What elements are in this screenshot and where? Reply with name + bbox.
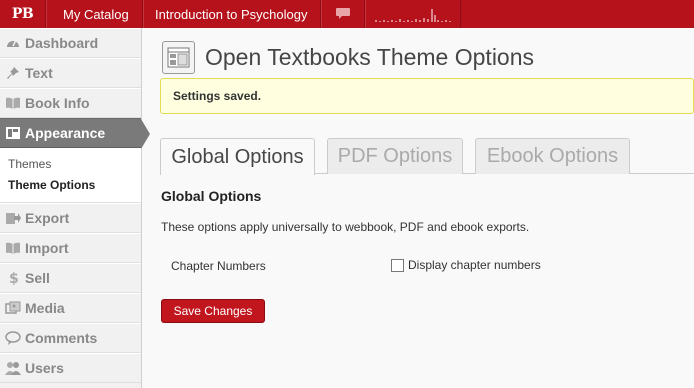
theme-options-icon xyxy=(162,41,195,74)
sidebar-item-media[interactable]: Media xyxy=(0,293,141,323)
comment-icon xyxy=(4,329,22,347)
sidebar-item-book-info[interactable]: Book Info xyxy=(0,88,141,118)
section-description: These options apply universally to webbo… xyxy=(161,220,530,234)
sidebar-item-sell[interactable]: $ Sell xyxy=(0,263,141,293)
display-chapter-numbers-checkbox[interactable] xyxy=(391,258,404,272)
appearance-icon xyxy=(4,124,22,142)
display-chapter-numbers-option[interactable]: Display chapter numbers xyxy=(391,258,541,272)
admin-bar: PB My Catalog Introduction to Psychology xyxy=(0,0,694,28)
checkbox-label: Display chapter numbers xyxy=(408,258,541,272)
svg-text:$: $ xyxy=(9,271,19,286)
stats-button[interactable] xyxy=(365,0,461,28)
tab-global-options[interactable]: Global Options xyxy=(160,138,315,175)
notice-text: Settings saved. xyxy=(173,89,262,103)
sidebar-item-label: Comments xyxy=(25,330,98,346)
sidebar-item-dashboard[interactable]: Dashboard xyxy=(0,28,141,58)
tab-ebook-options[interactable]: Ebook Options xyxy=(475,138,630,174)
speech-bubble-icon xyxy=(336,8,350,19)
sidebar-item-label: Appearance xyxy=(25,125,106,141)
sidebar-item-label: Sell xyxy=(25,270,50,286)
pressbooks-logo[interactable]: PB xyxy=(0,0,46,28)
sidebar-item-users[interactable]: Users xyxy=(0,353,141,383)
submenu-item-theme-options[interactable]: Theme Options xyxy=(8,175,141,196)
sidebar-item-label: Import xyxy=(25,240,69,256)
sidebar-item-export[interactable]: Export xyxy=(0,203,141,233)
sidebar-item-label: Media xyxy=(25,300,65,316)
comments-button[interactable] xyxy=(321,0,365,28)
tab-pdf-options[interactable]: PDF Options xyxy=(327,138,463,174)
media-icon xyxy=(4,299,22,317)
settings-saved-notice: Settings saved. xyxy=(160,78,694,114)
users-icon xyxy=(4,359,22,377)
sparkline-icon xyxy=(375,9,451,22)
dashboard-icon xyxy=(4,34,22,52)
my-catalog-link[interactable]: My Catalog xyxy=(46,0,143,28)
appearance-submenu: Themes Theme Options xyxy=(0,148,141,203)
options-tabs: Global Options PDF Options Ebook Options xyxy=(160,138,694,175)
book-icon xyxy=(4,94,22,112)
submenu-item-themes[interactable]: Themes xyxy=(8,154,141,175)
main-content: Open Textbooks Theme Options Settings sa… xyxy=(143,28,694,388)
page-title: Open Textbooks Theme Options xyxy=(205,44,535,70)
sidebar-item-label: Dashboard xyxy=(25,35,99,51)
admin-sidebar: Dashboard Text Book Info Appearance Them… xyxy=(0,28,150,388)
sidebar-item-label: Export xyxy=(25,210,70,226)
sidebar-item-text[interactable]: Text xyxy=(0,58,141,88)
page-header: Open Textbooks Theme Options xyxy=(162,41,534,74)
pin-icon xyxy=(4,64,22,82)
export-icon xyxy=(4,209,22,227)
sidebar-item-label: Book Info xyxy=(25,95,90,111)
sidebar-item-comments[interactable]: Comments xyxy=(0,323,141,353)
section-title: Global Options xyxy=(161,188,262,204)
sidebar-item-import[interactable]: Import xyxy=(0,233,141,263)
import-icon xyxy=(4,239,22,257)
sidebar-item-label: Text xyxy=(25,65,53,81)
dollar-icon: $ xyxy=(4,269,22,287)
chapter-numbers-label: Chapter Numbers xyxy=(171,259,266,273)
save-changes-button[interactable]: Save Changes xyxy=(161,299,265,323)
sidebar-item-label: Users xyxy=(25,360,64,376)
book-title-link[interactable]: Introduction to Psychology xyxy=(143,0,321,28)
sidebar-item-appearance[interactable]: Appearance xyxy=(0,118,150,149)
